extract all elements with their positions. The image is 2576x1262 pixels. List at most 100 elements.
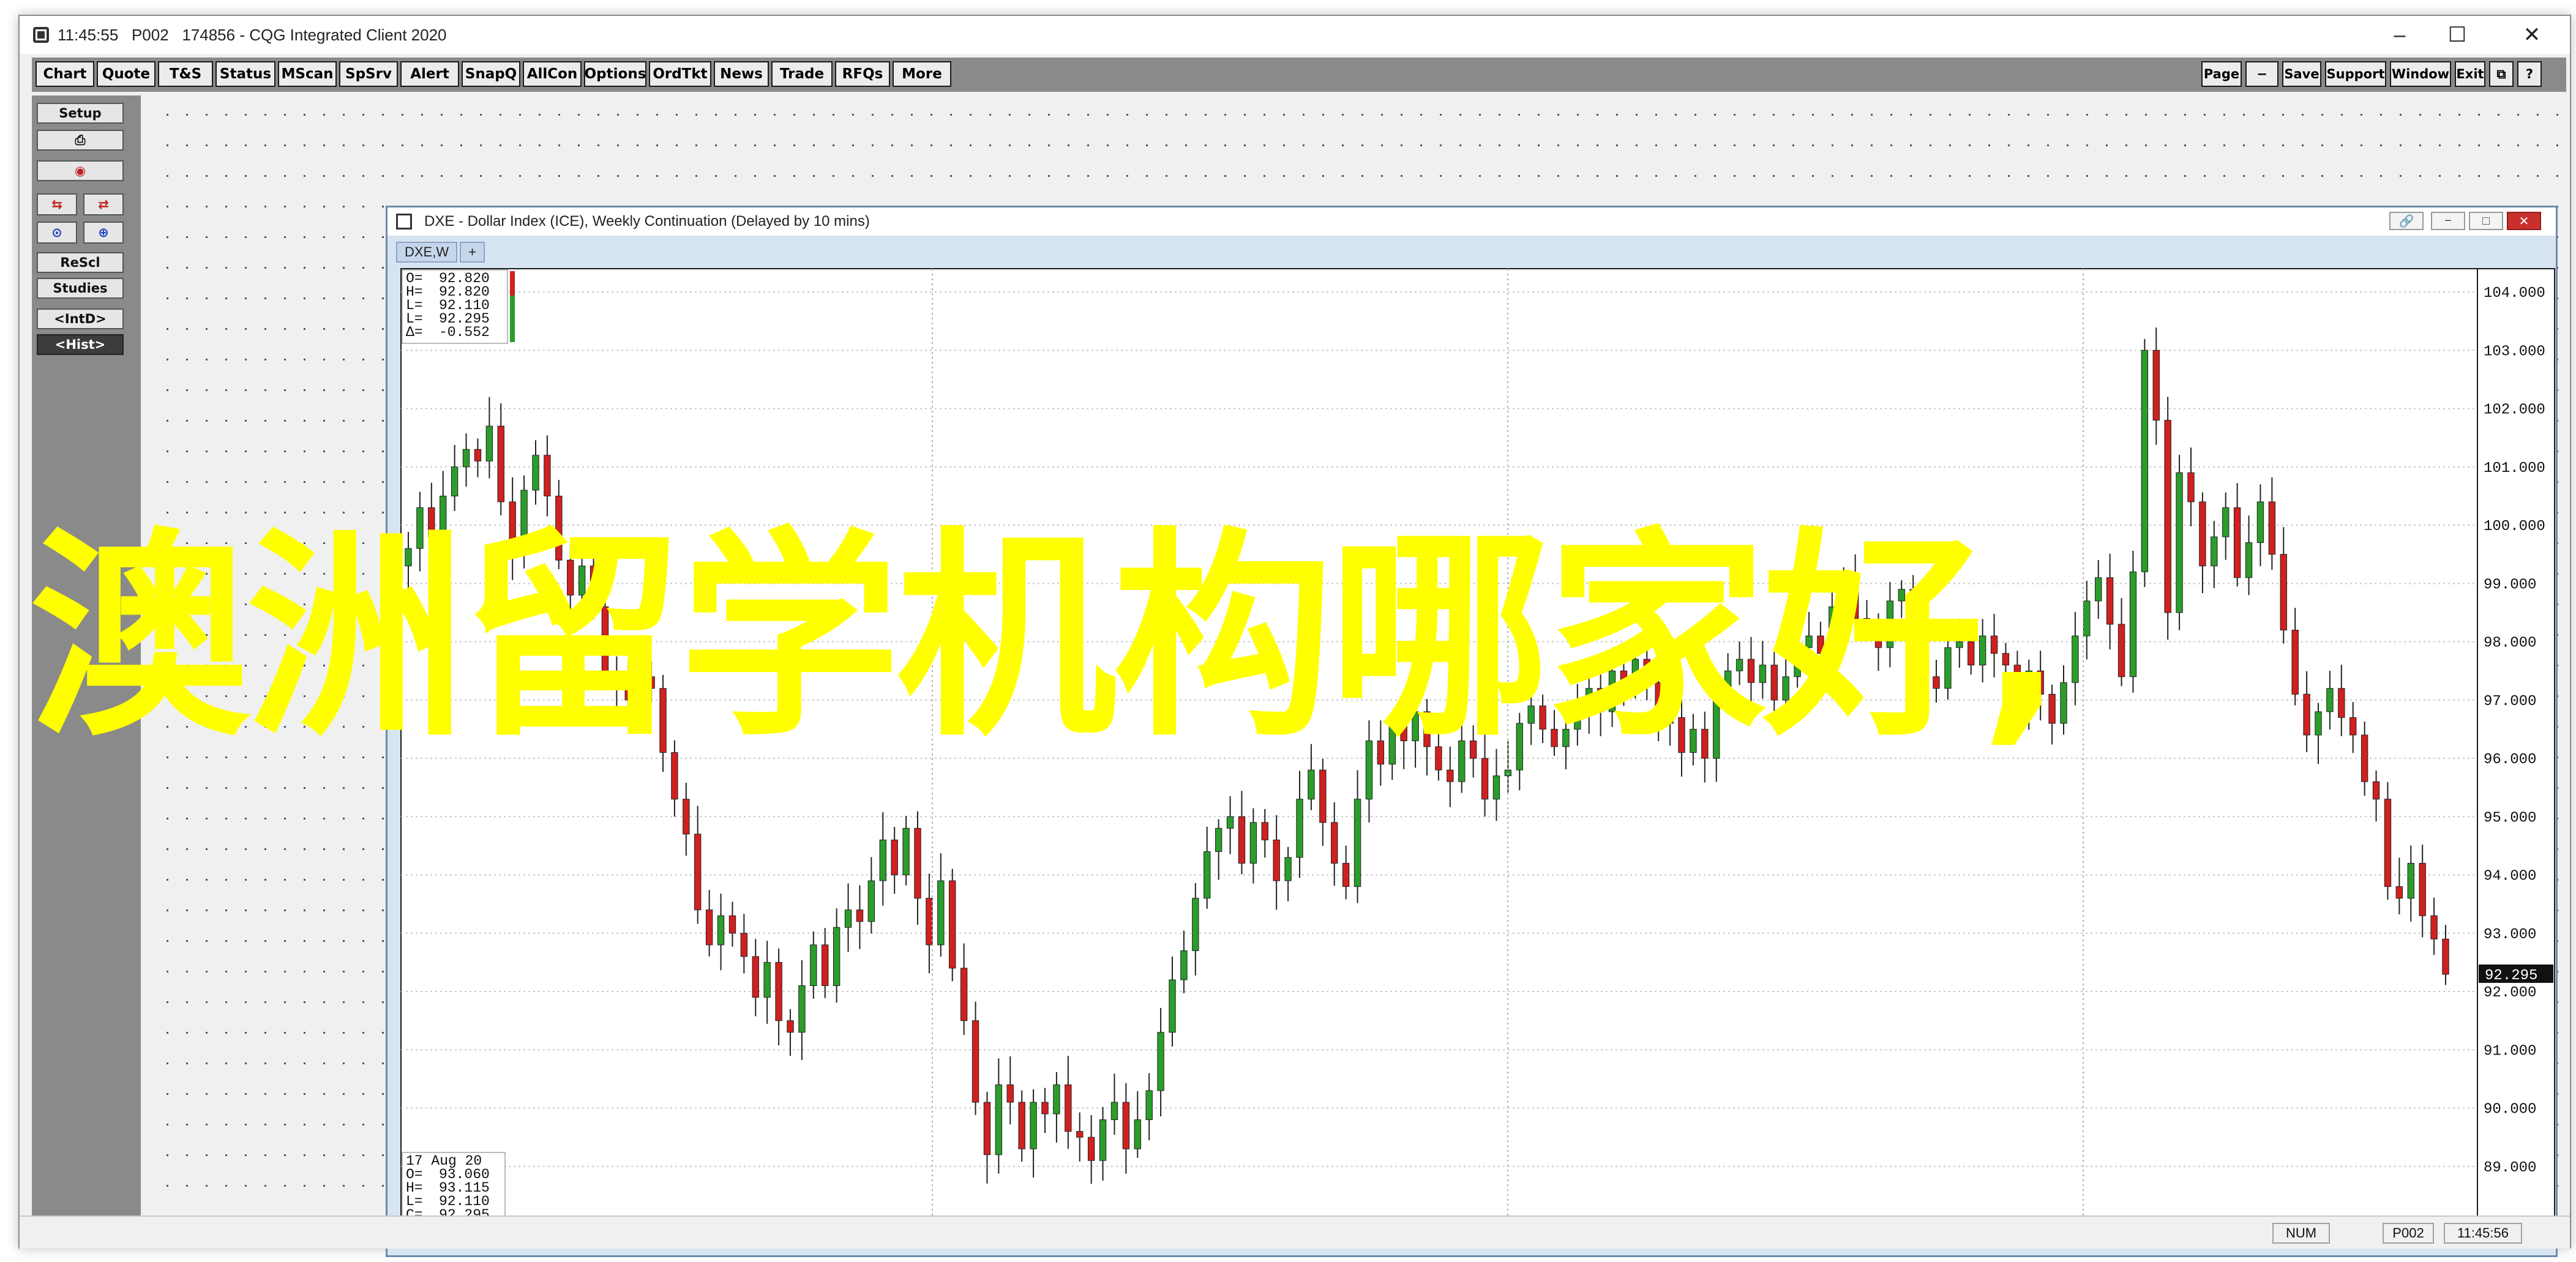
candle-body: [497, 425, 504, 502]
minimize-button[interactable]: –: [2372, 16, 2428, 54]
candle-body: [2326, 688, 2334, 712]
grid-icon[interactable]: ⊙: [37, 222, 77, 244]
candle-body: [2395, 886, 2403, 899]
candle-body: [1238, 816, 1246, 864]
maximize-button[interactable]: ☐: [2429, 16, 2485, 54]
menu-quote[interactable]: Quote: [97, 61, 155, 87]
candle-body: [1447, 769, 1454, 782]
arrow-left-icon[interactable]: ⇆: [37, 193, 77, 215]
menu-ordtkt[interactable]: OrdTkt: [649, 61, 711, 87]
y-tick-label: 93.000: [2484, 927, 2536, 943]
setup-button[interactable]: Setup: [37, 103, 124, 124]
menu-alert[interactable]: Alert: [400, 61, 459, 87]
menu-spsrv[interactable]: SpSrv: [339, 61, 398, 87]
arrow-right-icon[interactable]: ⇄: [83, 193, 124, 215]
menu-page-minus[interactable]: −: [2245, 61, 2278, 87]
menu-status[interactable]: Status: [215, 61, 275, 87]
candle-body: [1273, 839, 1280, 881]
candle-body: [1204, 851, 1211, 899]
close-button[interactable]: ✕: [2504, 16, 2560, 54]
studies-button[interactable]: Studies: [37, 278, 124, 299]
status-num: NUM: [2272, 1223, 2330, 1244]
menu-allcon[interactable]: AllCon: [523, 61, 582, 87]
y-tick-label: 100.000: [2484, 518, 2545, 535]
candle-body: [1169, 979, 1176, 1033]
menu-window[interactable]: Window: [2390, 61, 2451, 87]
menu-trade[interactable]: Trade: [771, 61, 833, 87]
candle-body: [1053, 1084, 1060, 1115]
candle-body: [532, 455, 539, 491]
color-icon[interactable]: ◉: [37, 160, 124, 181]
menu-rfqs[interactable]: RFQs: [835, 61, 890, 87]
candle-body: [1492, 775, 1500, 800]
candle-body: [2349, 717, 2357, 736]
candle-body: [798, 985, 806, 1033]
y-tick-label: 94.000: [2484, 868, 2536, 885]
candle-body: [485, 425, 493, 461]
candle-body: [960, 968, 968, 1021]
menu-page[interactable]: Page: [2201, 61, 2242, 87]
candle-body: [1110, 1102, 1118, 1121]
menu-save[interactable]: Save: [2282, 61, 2321, 87]
candle-body: [1226, 816, 1234, 829]
candle-body: [1065, 1084, 1072, 1132]
candle-body: [1296, 799, 1303, 858]
intraday-button[interactable]: <IntD>: [37, 308, 124, 329]
candle-body: [544, 455, 551, 496]
menu-t-s[interactable]: T&S: [158, 61, 213, 87]
candle-body: [1157, 1032, 1164, 1091]
candle-body: [2095, 577, 2102, 602]
y-tick-label: 92.000: [2484, 985, 2536, 1001]
candle-body: [2338, 688, 2345, 718]
menu-more[interactable]: More: [893, 61, 951, 87]
candle-body: [1006, 1084, 1014, 1103]
candle-body: [2303, 693, 2310, 736]
candle-body: [462, 449, 470, 468]
candle-body: [2222, 507, 2230, 537]
candle-body: [833, 927, 841, 987]
menu-restore-icon[interactable]: ⧉: [2489, 61, 2514, 87]
candle-body: [2199, 501, 2206, 567]
y-tick-label: 97.000: [2484, 693, 2536, 710]
candle-body: [2141, 349, 2149, 572]
candle-body: [1308, 769, 1315, 800]
menu-support[interactable]: Support: [2325, 61, 2386, 87]
candle-body: [2372, 781, 2380, 800]
candle-body: [2245, 542, 2253, 578]
y-tick-label: 103.000: [2484, 343, 2545, 360]
candle-body: [2233, 507, 2241, 578]
candle-body: [1504, 769, 1512, 777]
menu-mscan[interactable]: MScan: [278, 61, 337, 87]
candle-body: [937, 880, 945, 946]
candle-body: [1018, 1102, 1025, 1149]
menu-chart[interactable]: Chart: [36, 61, 94, 87]
y-tick-label: 95.000: [2484, 810, 2536, 826]
crosshair-icon[interactable]: ⊕: [83, 222, 124, 244]
rescale-button[interactable]: ReScl: [37, 252, 124, 273]
last-price-label: 92.295: [2485, 968, 2537, 984]
y-tick-label: 96.000: [2484, 752, 2536, 768]
menu-options[interactable]: Options: [584, 61, 646, 87]
candle-body: [1180, 950, 1188, 980]
menu-snapq[interactable]: SnapQ: [462, 61, 520, 87]
overlay-watermark-text: 澳洲留学机构哪家好,: [29, 509, 2064, 766]
candle-body: [844, 909, 852, 928]
candle-body: [728, 915, 736, 934]
quote-top-key: Δ=: [406, 324, 423, 340]
status-account: P002: [2383, 1223, 2434, 1244]
candle-body: [949, 880, 956, 969]
menu-help[interactable]: ?: [2517, 61, 2542, 87]
print-icon[interactable]: ⎙: [37, 130, 124, 151]
candle-body: [891, 839, 898, 876]
candle-body: [763, 961, 771, 998]
candle-body: [2083, 600, 2091, 637]
candle-body: [867, 880, 875, 922]
candle-body: [752, 956, 759, 998]
candle-body: [2211, 536, 2218, 567]
historical-button[interactable]: <Hist>: [37, 334, 124, 355]
candle-body: [2419, 862, 2426, 916]
y-tick-label: 98.000: [2484, 635, 2536, 652]
menu-news[interactable]: News: [714, 61, 769, 87]
candle-body: [1215, 827, 1222, 852]
menu-exit[interactable]: Exit: [2455, 61, 2485, 87]
